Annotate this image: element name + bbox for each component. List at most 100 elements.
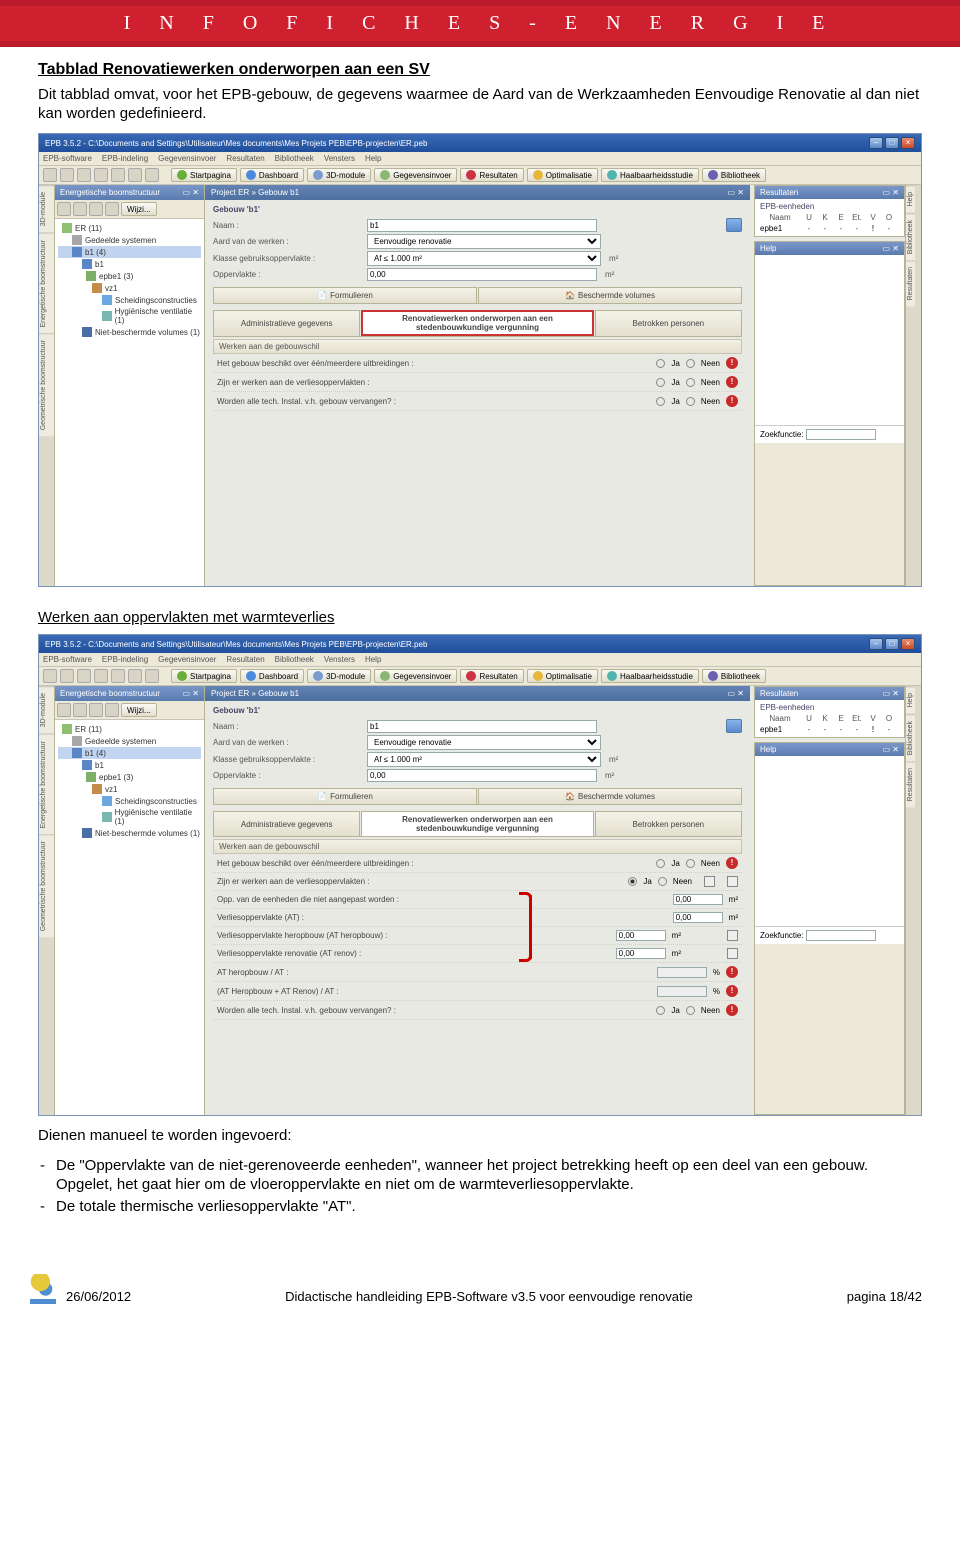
tree-item[interactable]: b1	[58, 258, 201, 270]
menu-item[interactable]: Gegevensinvoer	[158, 655, 216, 664]
panel-controls-icon[interactable]: ▭ ✕	[183, 689, 199, 698]
toolbar-icon[interactable]	[60, 669, 74, 683]
minimize-button[interactable]: –	[869, 638, 883, 650]
nav-startpagina[interactable]: Startpagina	[171, 669, 237, 683]
menu-item[interactable]: EPB-software	[43, 655, 92, 664]
radio-ja[interactable]	[656, 359, 665, 368]
tab-formulieren[interactable]: 📄Formulieren	[213, 788, 477, 804]
nav-result[interactable]: Resultaten	[460, 669, 523, 683]
panel-controls-icon[interactable]: ▭ ✕	[883, 244, 899, 253]
menu-item[interactable]: Vensters	[324, 655, 355, 664]
side-tab[interactable]: Geometrische boomstructuur	[39, 333, 54, 436]
toolbar-icon[interactable]	[60, 168, 74, 182]
tree-item[interactable]: Hygiënische ventilatie (1)	[58, 306, 201, 326]
panel-controls-icon[interactable]: ▭ ✕	[883, 745, 899, 754]
menu-item[interactable]: EPB-software	[43, 154, 92, 163]
panel-controls-icon[interactable]: ▭ ✕	[728, 689, 744, 698]
nav-3d[interactable]: 3D-module	[307, 168, 371, 182]
minimize-button[interactable]: –	[869, 137, 883, 149]
menu-item[interactable]: Vensters	[324, 154, 355, 163]
nav-opt[interactable]: Optimalisatie	[527, 168, 598, 182]
select-aard[interactable]: Eenvoudige renovatie	[367, 234, 601, 249]
toolbar-icon[interactable]	[94, 168, 108, 182]
side-tab[interactable]: 3D-module	[39, 686, 54, 733]
tree-item[interactable]: Gedeelde systemen	[58, 735, 201, 747]
tree-toolbar-icon[interactable]	[105, 703, 119, 717]
input-naam[interactable]	[367, 219, 597, 232]
input-at[interactable]	[673, 912, 723, 923]
input-naam[interactable]	[367, 720, 597, 733]
panel-controls-icon[interactable]: ▭ ✕	[183, 188, 199, 197]
toolbar-icon[interactable]	[94, 669, 108, 683]
panel-controls-icon[interactable]: ▭ ✕	[728, 188, 744, 197]
select-klasse[interactable]: Af ≤ 1.000 m²	[367, 752, 601, 767]
radio-ja[interactable]	[656, 397, 665, 406]
tree-item[interactable]: epbe1 (3)	[58, 771, 201, 783]
tab-beschermde[interactable]: 🏠Beschermde volumes	[478, 788, 742, 804]
side-tab[interactable]: Bibliotheek	[906, 213, 915, 260]
tree-toolbar-icon[interactable]	[73, 202, 87, 216]
tree-item[interactable]: Gedeelde systemen	[58, 234, 201, 246]
side-tab[interactable]: 3D-module	[39, 185, 54, 232]
tree-item[interactable]: ER (11)	[58, 222, 201, 234]
search-input[interactable]	[806, 429, 876, 440]
toolbar-icon[interactable]	[77, 168, 91, 182]
tree-item[interactable]: ER (11)	[58, 723, 201, 735]
copy-icon[interactable]	[727, 876, 738, 887]
tree-item[interactable]: Scheidingsconstructies	[58, 294, 201, 306]
subtab-admin[interactable]: Administratieve gegevens	[213, 310, 360, 336]
nav-haal[interactable]: Haalbaarheidsstudie	[601, 669, 699, 683]
nav-gegevens[interactable]: Gegevensinvoer	[374, 669, 457, 683]
toolbar-icon[interactable]	[43, 669, 57, 683]
radio-ja-selected[interactable]	[628, 877, 637, 886]
tree-item[interactable]: Niet-beschermde volumes (1)	[58, 827, 201, 839]
close-button[interactable]: ×	[901, 638, 915, 650]
input-opp[interactable]	[367, 769, 597, 782]
toolbar-icon[interactable]	[43, 168, 57, 182]
toolbar-icon[interactable]	[111, 669, 125, 683]
menu-item[interactable]: Resultaten	[226, 154, 264, 163]
radio-neen[interactable]	[658, 877, 667, 886]
tree-item[interactable]: vz1	[58, 783, 201, 795]
tab-formulieren[interactable]: 📄Formulieren	[213, 287, 477, 303]
nav-3d[interactable]: 3D-module	[307, 669, 371, 683]
subtab-personen[interactable]: Betrokken personen	[595, 811, 742, 836]
input-at-h[interactable]	[616, 930, 666, 941]
tree-toolbar-icon[interactable]	[89, 202, 103, 216]
tree-item[interactable]: Hygiënische ventilatie (1)	[58, 807, 201, 827]
radio-ja[interactable]	[656, 859, 665, 868]
subtab-renovatie-active[interactable]: Renovatiewerken onderworpen aan een sted…	[361, 811, 593, 836]
naam-button[interactable]	[726, 218, 742, 232]
tree-toolbar-icon[interactable]	[89, 703, 103, 717]
toolbar-icon[interactable]	[128, 168, 142, 182]
input-at-r[interactable]	[616, 948, 666, 959]
panel-controls-icon[interactable]: ▭ ✕	[883, 689, 899, 698]
menu-item[interactable]: Help	[365, 655, 381, 664]
radio-neen[interactable]	[686, 859, 695, 868]
tree-toolbar-icon[interactable]	[73, 703, 87, 717]
side-tab[interactable]: Resultaten	[906, 260, 915, 306]
toolbar-icon[interactable]	[111, 168, 125, 182]
maximize-button[interactable]: □	[885, 137, 899, 149]
toolbar-icon[interactable]	[145, 168, 159, 182]
side-tab[interactable]: Geometrische boomstructuur	[39, 834, 54, 937]
tree-item[interactable]: vz1	[58, 282, 201, 294]
copy-icon[interactable]	[727, 948, 738, 959]
toolbar-icon[interactable]	[128, 669, 142, 683]
nav-haal[interactable]: Haalbaarheidsstudie	[601, 168, 699, 182]
toolbar-icon[interactable]	[77, 669, 91, 683]
copy-icon[interactable]	[727, 930, 738, 941]
menu-item[interactable]: Resultaten	[226, 655, 264, 664]
input-opp-eenh[interactable]	[673, 894, 723, 905]
nav-opt[interactable]: Optimalisatie	[527, 669, 598, 683]
naam-button[interactable]	[726, 719, 742, 733]
radio-ja[interactable]	[656, 378, 665, 387]
tree-item[interactable]: epbe1 (3)	[58, 270, 201, 282]
radio-neen[interactable]	[686, 397, 695, 406]
tree-toolbar-icon[interactable]	[57, 202, 71, 216]
side-tab[interactable]: Energetische boomstructuur	[39, 233, 54, 334]
radio-ja[interactable]	[656, 1006, 665, 1015]
tree-wijzi-button[interactable]: Wijzi...	[121, 703, 157, 717]
nav-bib[interactable]: Bibliotheek	[702, 669, 766, 683]
side-tab[interactable]: Bibliotheek	[906, 714, 915, 761]
